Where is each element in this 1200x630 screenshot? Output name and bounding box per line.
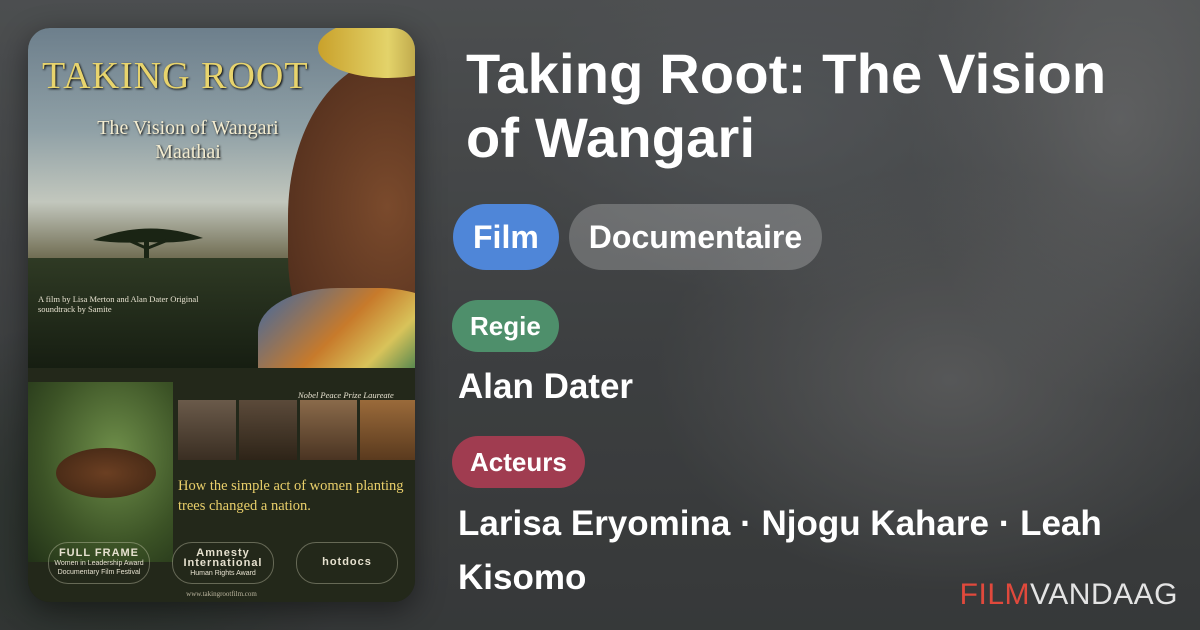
poster-url: www.takingrootfilm.com [186, 590, 257, 598]
poster-title: TAKING ROOT [42, 55, 309, 97]
laurel-title: hotdocs [322, 556, 372, 568]
director-name: Alan Dater [458, 367, 634, 406]
laurel-award: hotdocs [296, 542, 398, 584]
movie-title: Taking Root: The Vision of Wangari [466, 42, 1107, 169]
strip-photo [360, 400, 415, 460]
poster-laurels: FULL FRAME Women in Leadership Award Docu… [48, 542, 398, 584]
director-label: Regie [452, 300, 559, 352]
actors-label: Acteurs [452, 436, 585, 488]
poster-nobel-caption: Nobel Peace Prize Laureate [298, 390, 394, 400]
movie-poster: TAKING ROOT The Vision of Wangari Maatha… [28, 28, 415, 602]
laurel-award: Amnesty International Human Rights Award [172, 542, 274, 584]
brand-logo-part2: VANDAAG [1030, 578, 1178, 611]
poster-credits: A film by Lisa Merton and Alan Dater Ori… [38, 294, 199, 314]
laurel-sub: Human Rights Award [190, 569, 256, 577]
brand-logo[interactable]: FILMVANDAAG [960, 578, 1178, 612]
brand-logo-part1: FILM [959, 578, 1031, 611]
strip-photo [299, 400, 358, 460]
poster-subtitle: The Vision of Wangari Maathai [97, 117, 279, 163]
tag-type[interactable]: Film [453, 204, 559, 270]
poster-hand [56, 448, 156, 498]
laurel-sub: Women in Leadership Award Documentary Fi… [54, 560, 144, 576]
tag-list: Film Documentaire [453, 204, 823, 270]
strip-photo [238, 400, 297, 460]
laurel-award: FULL FRAME Women in Leadership Award Docu… [48, 542, 150, 584]
poster-tagline: How the simple act of women planting tre… [178, 478, 404, 514]
strip-photo [178, 400, 236, 460]
tag-genre[interactable]: Documentaire [568, 204, 823, 270]
poster-photo-strip [178, 400, 415, 460]
laurel-title: FULL FRAME [58, 547, 140, 559]
laurel-title: Amnesty International [183, 546, 263, 569]
